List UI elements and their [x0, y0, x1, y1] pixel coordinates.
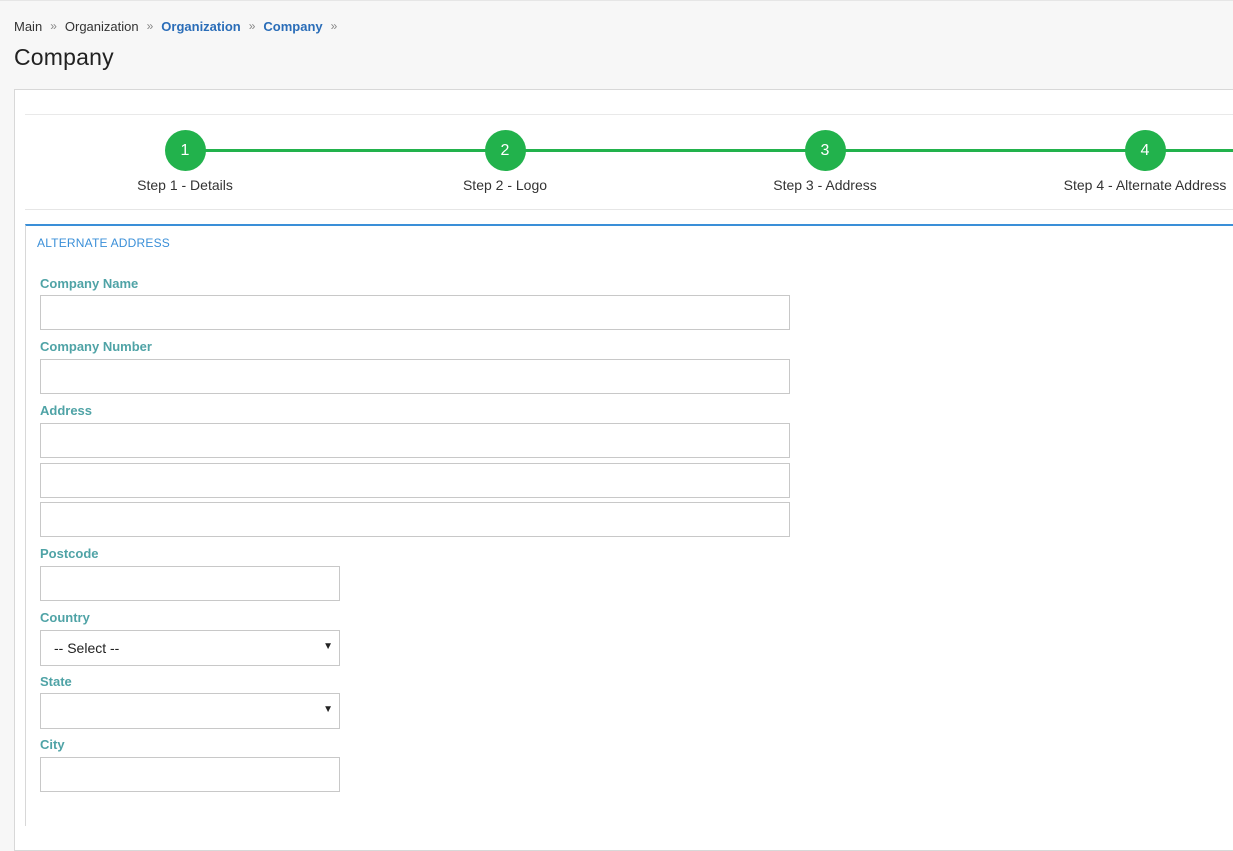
breadcrumb-main[interactable]: Main: [14, 19, 42, 34]
wizard-panel: 1 Step 1 - Details 2 Step 2 - Logo 3 Ste…: [14, 89, 1233, 851]
section-title: ALTERNATE ADDRESS: [37, 236, 170, 250]
step-label: Step 2 - Logo: [462, 177, 548, 193]
step-logo[interactable]: 2 Step 2 - Logo: [405, 130, 605, 193]
state-select[interactable]: ▼: [40, 693, 340, 729]
postcode-label: Postcode: [40, 546, 99, 561]
step-number-circle: 3: [804, 130, 846, 171]
breadcrumb-separator-icon: »: [248, 19, 256, 33]
company-number-label: Company Number: [40, 339, 152, 354]
wizard-stepper: 1 Step 1 - Details 2 Step 2 - Logo 3 Ste…: [25, 116, 1233, 210]
alternate-address-section: ALTERNATE ADDRESS Company Name Company N…: [25, 224, 1233, 826]
company-name-input[interactable]: [40, 295, 790, 330]
step-label: Step 4 - Alternate Address: [1063, 177, 1227, 193]
dropdown-arrow-icon: ▼: [323, 704, 333, 715]
city-input[interactable]: [40, 757, 340, 792]
dropdown-arrow-icon: ▼: [323, 641, 333, 652]
company-name-label: Company Name: [40, 276, 139, 291]
city-label: City: [40, 737, 65, 752]
state-label: State: [40, 674, 72, 689]
address-line2-input[interactable]: [40, 463, 790, 498]
company-number-input[interactable]: [40, 359, 790, 394]
panel-divider: [25, 114, 1233, 115]
country-label: Country: [40, 610, 90, 625]
step-label: Step 1 - Details: [137, 177, 233, 193]
step-address[interactable]: 3 Step 3 - Address: [725, 130, 925, 193]
address-line3-input[interactable]: [40, 502, 790, 537]
step-alternate-address[interactable]: 4 Step 4 - Alternate Address: [1045, 130, 1233, 193]
country-select[interactable]: -- Select -- ▼: [40, 630, 340, 666]
breadcrumb-organization-group: Organization: [64, 18, 139, 34]
country-selected-value: -- Select --: [54, 640, 120, 656]
address-label: Address: [40, 403, 93, 418]
step-label: Step 3 - Address: [773, 177, 877, 193]
breadcrumb: Main » Organization » Organization » Com…: [14, 17, 345, 35]
postcode-input[interactable]: [40, 566, 340, 601]
stepper-progress-line: [185, 149, 1145, 152]
step-number-circle: 2: [484, 130, 526, 171]
breadcrumb-separator-icon: »: [330, 19, 338, 33]
breadcrumb-organization-link[interactable]: Organization: [161, 19, 240, 34]
top-border: [0, 0, 1233, 1]
breadcrumb-company-link[interactable]: Company: [263, 19, 322, 34]
step-details[interactable]: 1 Step 1 - Details: [85, 130, 285, 193]
page-title: Company: [14, 44, 114, 70]
address-line1-input[interactable]: [40, 423, 790, 458]
breadcrumb-separator-icon: »: [50, 19, 57, 33]
step-number-circle: 1: [164, 130, 206, 171]
step-number-circle: 4: [1124, 130, 1166, 171]
breadcrumb-separator-icon: »: [146, 19, 154, 33]
stepper-divider: [25, 209, 1233, 210]
